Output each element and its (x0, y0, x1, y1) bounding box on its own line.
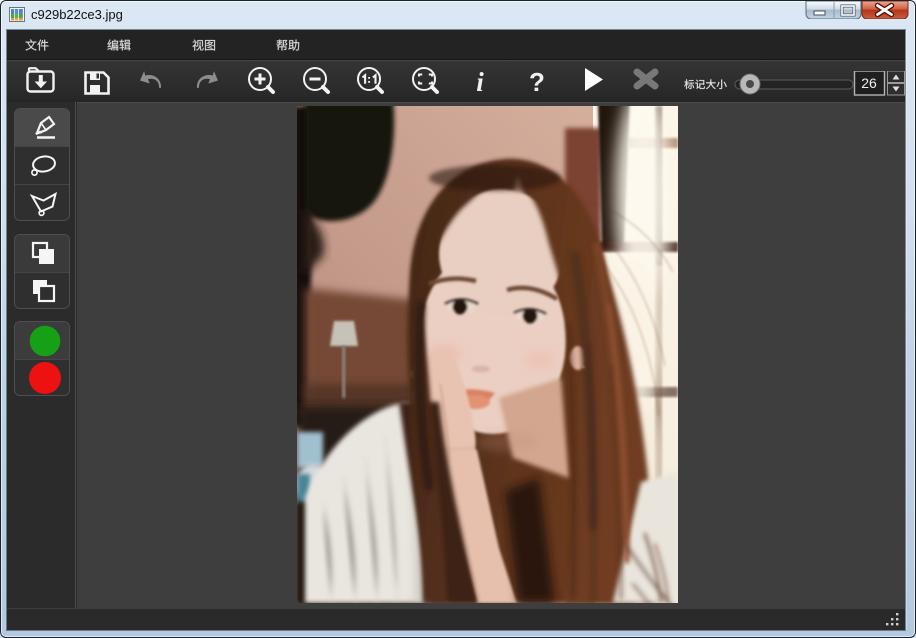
svg-text:i: i (476, 67, 484, 97)
svg-text:26: 26 (861, 75, 877, 91)
svg-text:?: ? (529, 67, 545, 97)
